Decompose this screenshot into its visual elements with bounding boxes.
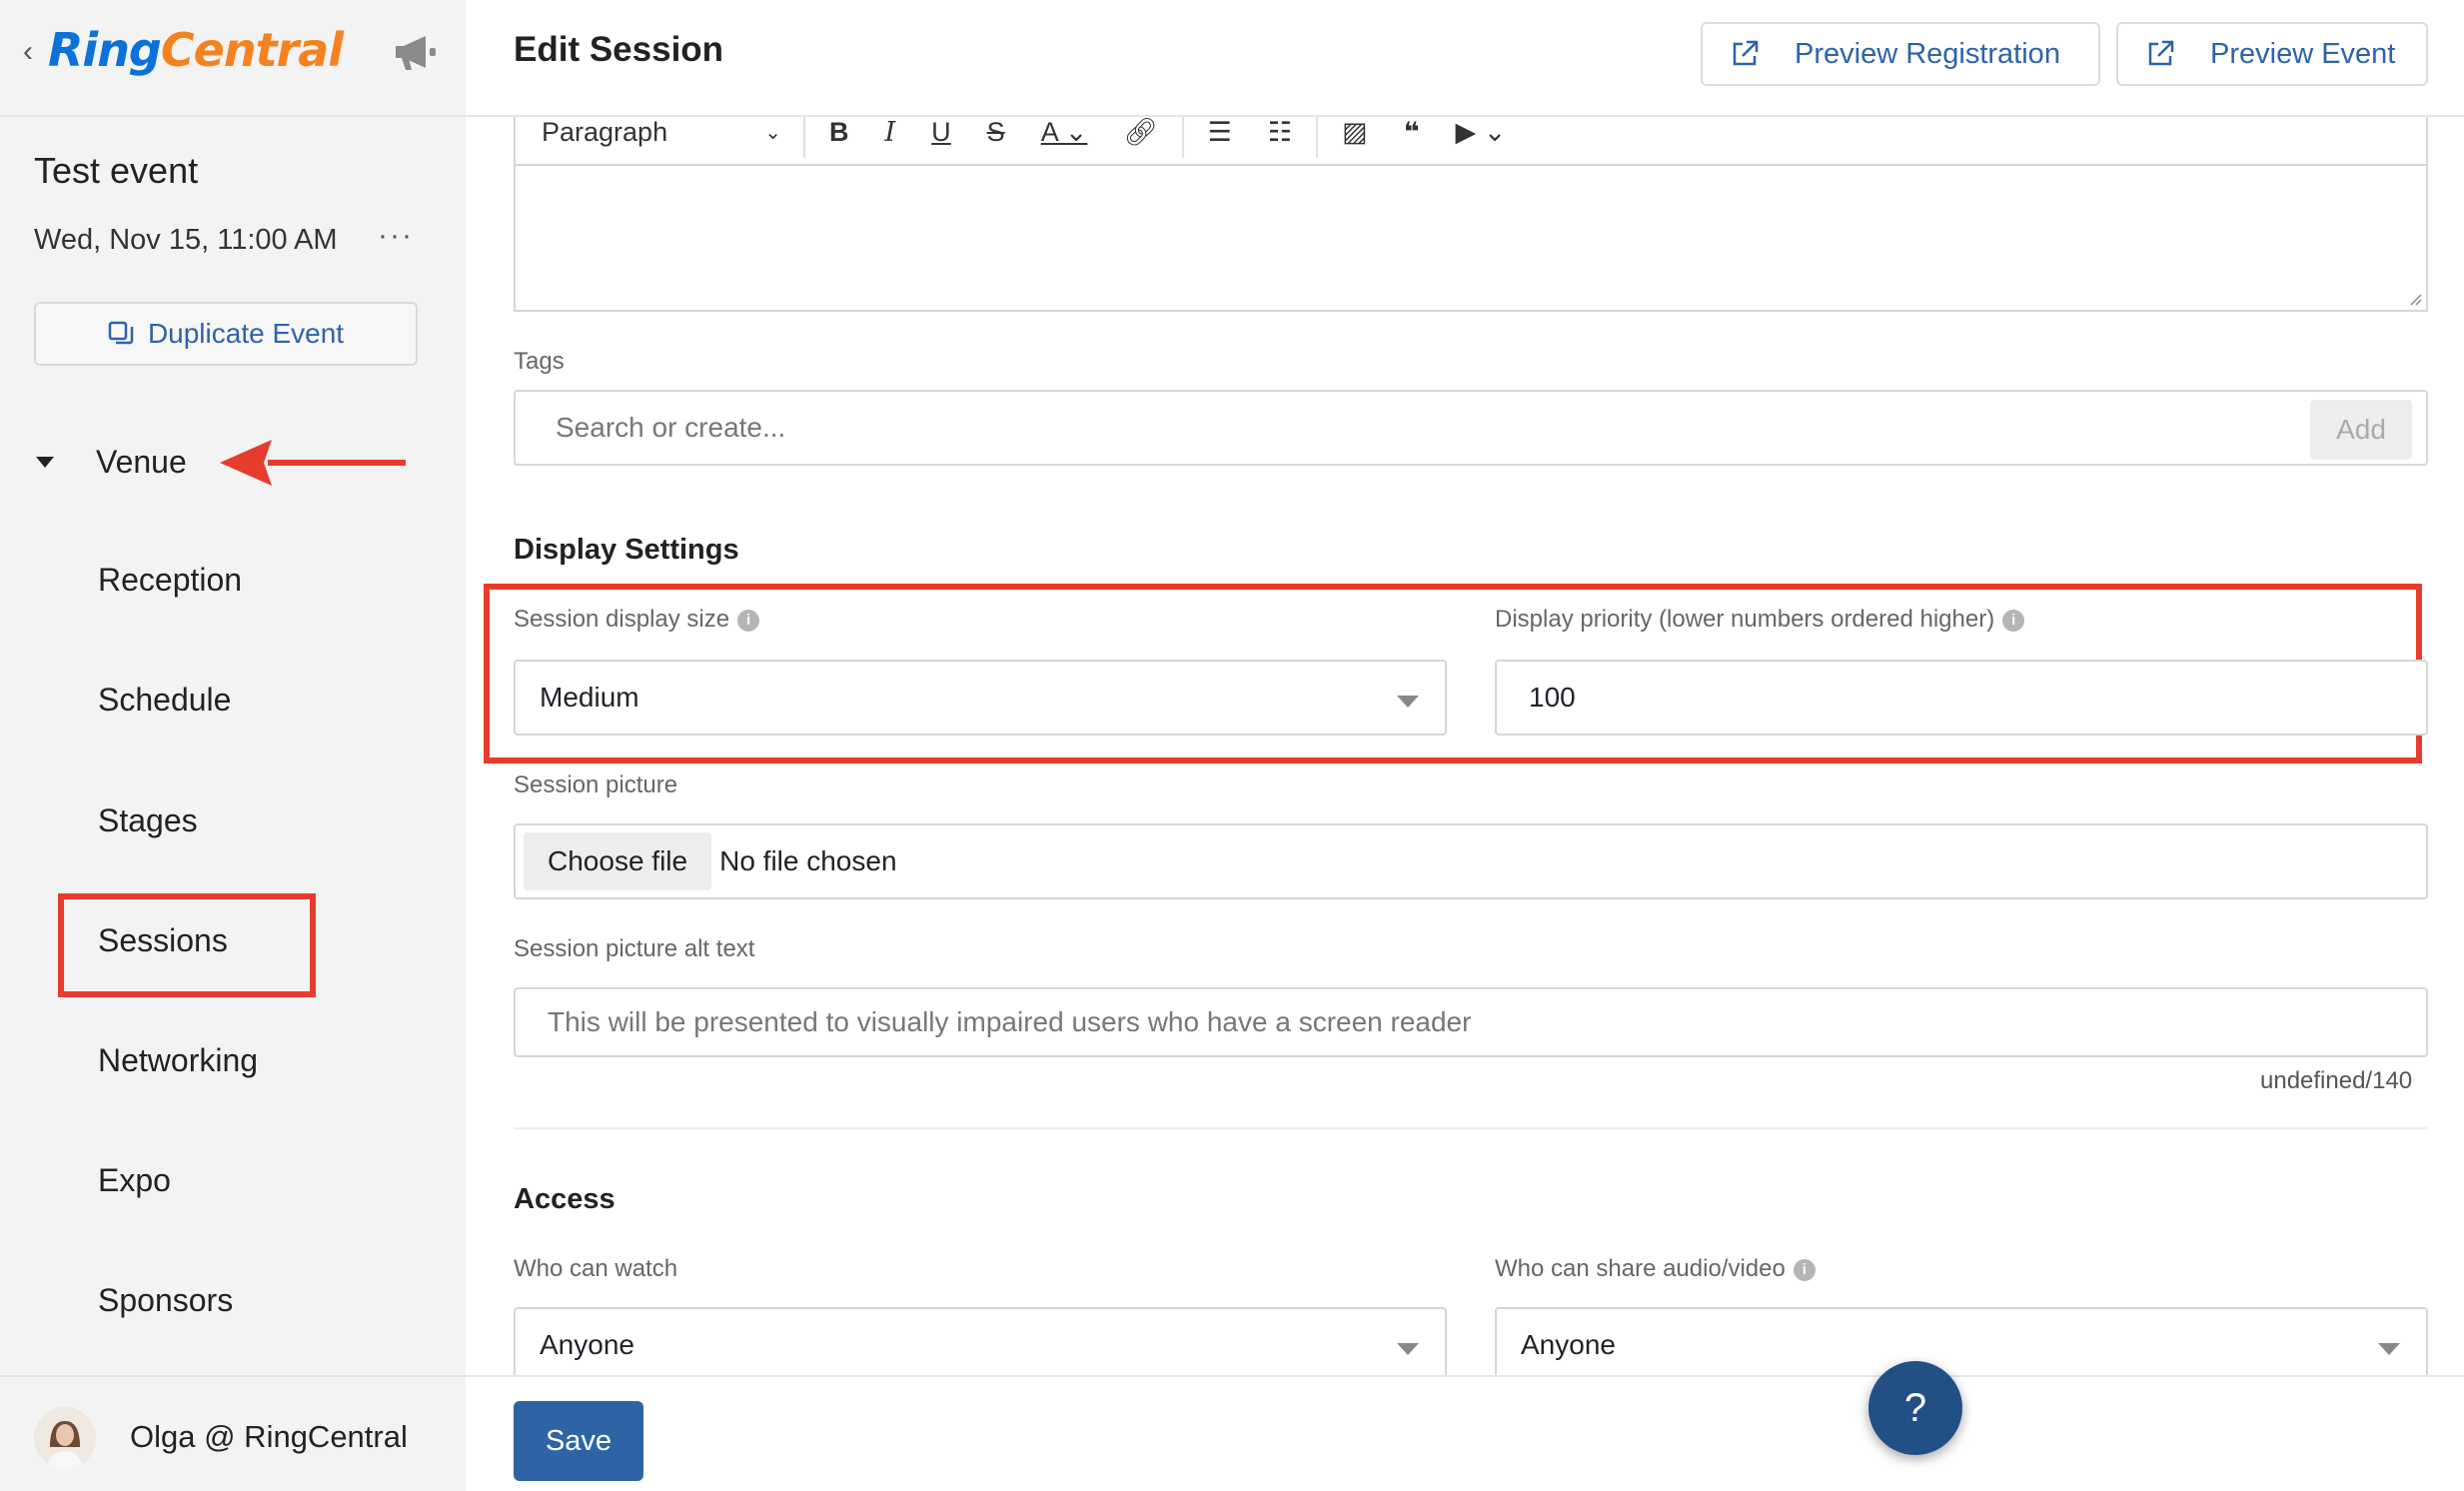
who-can-share-label: Who can share audio/video i	[1495, 1255, 1816, 1283]
event-title: Test event	[34, 150, 199, 191]
description-editor[interactable]: Paragraph ⌄ B I U S A ⌄ 🔗︎ ☰ ☷ ▨ ❝ ▶ ⌄	[514, 100, 2428, 312]
display-settings-title: Display Settings	[514, 534, 739, 566]
sidebar-item-networking[interactable]: Networking	[98, 1042, 258, 1079]
section-divider	[514, 1127, 2428, 1129]
picture-alt-text-placeholder: This will be presented to visually impai…	[548, 1006, 1472, 1037]
page-title: Edit Session	[514, 30, 724, 69]
numbered-list-icon[interactable]: ☷	[1268, 117, 1292, 148]
sidebar-item-stages[interactable]: Stages	[98, 802, 198, 839]
no-file-text: No file chosen	[719, 845, 897, 876]
access-title: Access	[514, 1183, 616, 1215]
bullet-list-icon[interactable]: ☰	[1208, 117, 1232, 148]
italic-icon[interactable]: I	[885, 117, 896, 148]
sidebar-item-sponsors[interactable]: Sponsors	[98, 1282, 233, 1319]
picture-alt-text-label: Session picture alt text	[514, 935, 755, 962]
footer-bar: Save	[466, 1375, 2464, 1491]
nav-venue[interactable]: Venue	[34, 440, 187, 484]
annotation-arrow	[220, 440, 406, 486]
session-picture-file-input[interactable]: Choose file No file chosen	[514, 823, 2428, 899]
nav-venue-label: Venue	[96, 443, 187, 480]
image-icon[interactable]: ▨	[1342, 117, 1368, 148]
sidebar-item-expo[interactable]: Expo	[98, 1162, 171, 1199]
info-icon[interactable]: i	[1793, 1259, 1816, 1281]
add-tag-button[interactable]: Add	[2310, 400, 2412, 460]
who-can-watch-label: Who can watch	[514, 1255, 678, 1282]
display-priority-input[interactable]: 100	[1495, 660, 2428, 736]
preview-registration-button[interactable]: Preview Registration	[1701, 22, 2100, 86]
tags-label: Tags	[514, 348, 565, 375]
info-icon[interactable]: i	[737, 610, 760, 632]
info-icon[interactable]: i	[2002, 610, 2025, 632]
resize-handle-icon[interactable]	[2406, 290, 2422, 306]
page-header: Edit Session Preview Registration Previe…	[466, 0, 2464, 117]
font-color-icon[interactable]: A ⌄	[1041, 117, 1088, 148]
chevron-down-icon: ⌄	[764, 121, 781, 144]
user-name: Olga @ RingCentral	[130, 1419, 408, 1454]
save-button[interactable]: Save	[514, 1401, 643, 1481]
main-content: Paragraph ⌄ B I U S A ⌄ 🔗︎ ☰ ☷ ▨ ❝ ▶ ⌄ E…	[466, 0, 2464, 1491]
sidebar-item-schedule[interactable]: Schedule	[98, 682, 231, 719]
choose-file-button[interactable]: Choose file	[524, 832, 712, 890]
who-can-share-select[interactable]: Anyone	[1495, 1307, 2428, 1383]
session-display-size-value: Medium	[540, 682, 639, 713]
event-date: Wed, Nov 15, 11:00 AM	[34, 224, 338, 256]
preview-event-button[interactable]: Preview Event	[2116, 22, 2428, 86]
megaphone-icon[interactable]	[390, 30, 440, 74]
video-icon[interactable]: ▶ ⌄	[1455, 117, 1506, 148]
back-chevron-icon[interactable]: ‹	[16, 36, 40, 68]
paragraph-select-value: Paragraph	[542, 116, 668, 147]
who-can-watch-value: Anyone	[540, 1329, 634, 1360]
strikethrough-icon[interactable]: S	[987, 117, 1005, 148]
ringcentral-logo: RingCentral	[48, 23, 344, 77]
picture-alt-text-input[interactable]: This will be presented to visually impai…	[514, 987, 2428, 1057]
avatar	[34, 1407, 96, 1469]
help-button[interactable]: ?	[1868, 1361, 1962, 1455]
external-link-icon	[1733, 40, 1759, 66]
duplicate-event-label: Duplicate Event	[147, 318, 345, 349]
preview-event-label: Preview Event	[2210, 37, 2396, 70]
sidebar: ‹ RingCentral Test event Wed, Nov 15, 11…	[0, 0, 466, 1491]
bold-icon[interactable]: B	[829, 117, 849, 148]
event-more-menu[interactable]: ···	[376, 221, 416, 260]
dropdown-arrow-icon	[2378, 1343, 2400, 1355]
link-icon[interactable]: 🔗︎	[1123, 116, 1157, 148]
user-bar[interactable]: Olga @ RingCentral	[0, 1375, 466, 1491]
who-can-share-value: Anyone	[1521, 1329, 1616, 1360]
quote-icon[interactable]: ❝	[1404, 117, 1420, 148]
caret-down-icon	[36, 457, 54, 468]
dropdown-arrow-icon	[1397, 696, 1419, 708]
underline-icon[interactable]: U	[931, 117, 951, 148]
external-link-icon	[2148, 40, 2174, 66]
session-picture-label: Session picture	[514, 771, 678, 798]
sidebar-header: ‹ RingCentral	[0, 0, 466, 117]
duplicate-event-button[interactable]: Duplicate Event	[34, 302, 418, 366]
dropdown-arrow-icon	[1397, 1343, 1419, 1355]
tags-input[interactable]: Search or create... Add	[514, 390, 2428, 466]
who-can-watch-select[interactable]: Anyone	[514, 1307, 1447, 1383]
duplicate-icon	[108, 321, 134, 345]
session-display-size-label: Session display size i	[514, 606, 760, 634]
display-priority-value: 100	[1529, 682, 1576, 713]
alt-text-char-counter: undefined/140	[2260, 1067, 2413, 1094]
session-display-size-select[interactable]: Medium	[514, 660, 1447, 736]
preview-registration-label: Preview Registration	[1795, 37, 2060, 70]
sidebar-item-reception[interactable]: Reception	[98, 562, 242, 599]
display-priority-label: Display priority (lower numbers ordered …	[1495, 606, 2025, 634]
tags-placeholder: Search or create...	[556, 412, 786, 443]
sessions-highlight-box	[58, 893, 316, 997]
